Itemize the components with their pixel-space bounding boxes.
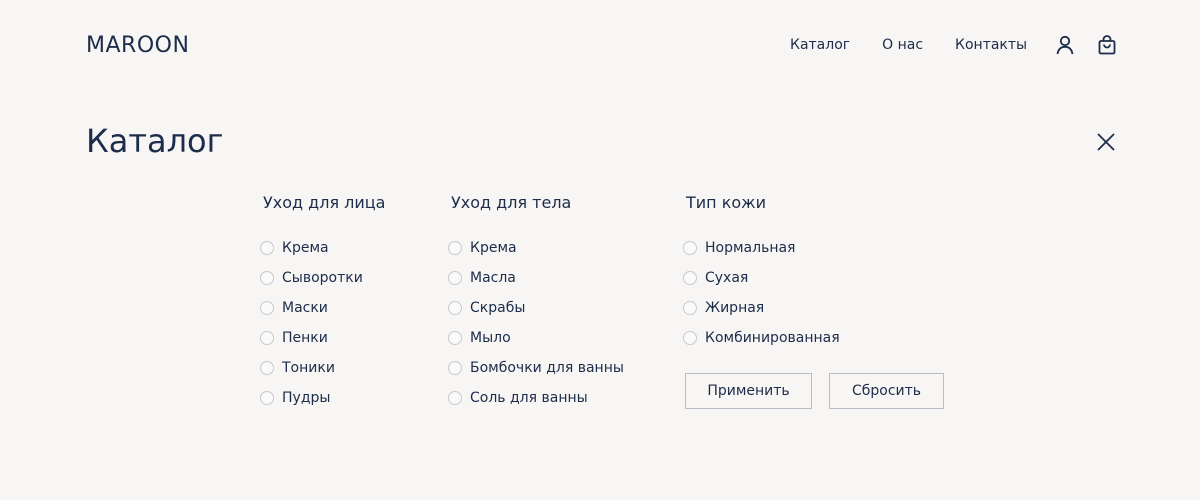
radio-button[interactable] (683, 331, 697, 345)
logo[interactable]: MAROON (86, 33, 189, 58)
filter-option[interactable]: Крема (260, 233, 385, 263)
user-icon[interactable] (1054, 34, 1076, 56)
radio-button[interactable] (683, 271, 697, 285)
filter-option[interactable]: Жирная (683, 293, 840, 323)
apply-button[interactable]: Применить (685, 373, 812, 409)
filter-option[interactable]: Пудры (260, 383, 385, 413)
radio-button[interactable] (260, 361, 274, 375)
radio-button[interactable] (260, 331, 274, 345)
radio-button[interactable] (683, 301, 697, 315)
radio-button[interactable] (448, 331, 462, 345)
filter-option[interactable]: Масла (448, 263, 624, 293)
filter-option[interactable]: Сухая (683, 263, 840, 293)
radio-button[interactable] (260, 301, 274, 315)
filter-option[interactable]: Пенки (260, 323, 385, 353)
reset-button[interactable]: Сбросить (829, 373, 944, 409)
filter-group-title: Уход для тела (451, 193, 572, 212)
main-nav: Каталог О нас Контакты (790, 37, 1027, 53)
filter-option[interactable]: Нормальная (683, 233, 840, 263)
shopping-bag-icon[interactable] (1096, 34, 1118, 56)
filter-group-face: Уход для лица Крема Сыворотки Маски Пенк… (260, 193, 386, 413)
filter-option[interactable]: Мыло (448, 323, 624, 353)
radio-button[interactable] (448, 301, 462, 315)
radio-button[interactable] (260, 271, 274, 285)
filter-option[interactable]: Маски (260, 293, 385, 323)
filter-group-skin-type: Тип кожи Нормальная Сухая Жирная Комбини… (683, 193, 840, 353)
filter-option[interactable]: Комбинированная (683, 323, 840, 353)
filter-option[interactable]: Тоники (260, 353, 385, 383)
radio-button[interactable] (448, 241, 462, 255)
radio-button[interactable] (683, 241, 697, 255)
close-icon[interactable] (1094, 130, 1118, 154)
radio-button[interactable] (260, 391, 274, 405)
radio-button[interactable] (448, 361, 462, 375)
filter-group-body: Уход для тела Крема Масла Скрабы Мыло Бо… (448, 193, 624, 413)
radio-button[interactable] (448, 271, 462, 285)
page-title: Каталог (86, 122, 224, 160)
nav-link-contacts[interactable]: Контакты (955, 37, 1027, 53)
radio-button[interactable] (260, 241, 274, 255)
nav-link-about[interactable]: О нас (882, 37, 923, 53)
filter-option[interactable]: Скрабы (448, 293, 624, 323)
filter-option[interactable]: Соль для ванны (448, 383, 624, 413)
filter-option[interactable]: Бомбочки для ванны (448, 353, 624, 383)
filter-group-title: Тип кожи (686, 193, 766, 212)
nav-link-catalog[interactable]: Каталог (790, 37, 850, 53)
radio-button[interactable] (448, 391, 462, 405)
page: MAROON Каталог О нас Контакты Каталог Ух… (0, 0, 1200, 500)
filter-option[interactable]: Крема (448, 233, 624, 263)
filter-group-title: Уход для лица (263, 193, 386, 212)
filter-option[interactable]: Сыворотки (260, 263, 385, 293)
